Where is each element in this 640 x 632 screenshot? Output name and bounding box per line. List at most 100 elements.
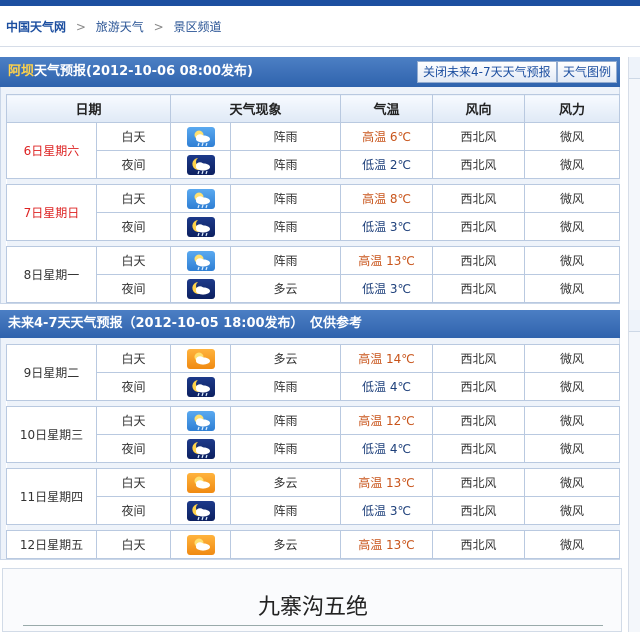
future-forecast-header: 未来4-7天天气预报（2012-10-05 18:00发布） 仅供参考	[0, 310, 620, 338]
table-row: 夜间 阵雨 低温 2℃ 西北风 微风	[7, 150, 621, 179]
divider	[0, 46, 640, 47]
temperature-cell: 高温 13℃	[340, 246, 434, 275]
weather-icon-cell	[170, 406, 231, 435]
date-cell: 10日星期三	[6, 406, 97, 463]
wind-direction-cell: 西北风	[432, 212, 526, 241]
date-cell: 7日星期日	[6, 184, 97, 241]
table-row: 9日星期二 白天 多云 高温 14℃ 西北风 微风	[6, 344, 620, 401]
date-cell: 12日星期五	[6, 530, 97, 559]
wind-force-cell: 微风	[524, 212, 621, 241]
phenomenon-cell: 多云	[230, 468, 341, 497]
weather-icon-cell	[170, 372, 231, 401]
cloudy-night-icon[interactable]	[186, 278, 215, 299]
phenomenon-cell: 阵雨	[230, 406, 341, 435]
shower-day-icon[interactable]	[186, 250, 215, 271]
future-forecast-title: 未来4-7天天气预报（2012-10-05 18:00发布） 仅供参考	[8, 316, 363, 331]
phenomenon-cell: 多云	[230, 530, 341, 559]
breadcrumb-scenic-channel[interactable]: 景区频道	[173, 20, 221, 34]
breadcrumb-separator: >	[153, 20, 164, 34]
table-row: 11日星期四 白天 多云 高温 13℃ 西北风 微风	[6, 468, 620, 525]
cloudy-day-icon[interactable]	[186, 472, 215, 493]
temperature-cell: 高温 14℃	[340, 344, 433, 373]
shower-day-icon[interactable]	[186, 410, 215, 431]
wind-force-cell: 微风	[524, 184, 621, 213]
period-cell: 白天	[95, 122, 172, 151]
period-cell: 白天	[96, 468, 171, 497]
table-row: 6日星期六 白天 阵雨 高温 6℃ 西北风 微风	[6, 122, 621, 179]
weather-icon-cell	[170, 530, 231, 559]
breadcrumb-separator: >	[75, 20, 86, 34]
wind-force-cell: 微风	[524, 246, 621, 275]
table-row: 7日星期日 白天 阵雨 高温 8℃ 西北风 微风	[6, 184, 621, 241]
wind-force-cell: 微风	[524, 496, 620, 525]
column-header-temp: 气温	[340, 94, 434, 123]
period-cell: 夜间	[95, 150, 172, 179]
date-cell: 8日星期一	[6, 246, 97, 303]
shower-night-icon[interactable]	[186, 438, 215, 459]
shower-day-icon[interactable]	[186, 126, 215, 147]
phenomenon-cell: 阵雨	[230, 246, 342, 275]
phenomenon-cell: 阵雨	[230, 212, 342, 241]
current-forecast-table: 日期 天气现象 气温 风向 风力 6日星期六 白天 阵雨 高温 6℃ 西北风 微风 夜间 阵雨…	[5, 94, 621, 303]
table-row: 夜间 阵雨 低温 4℃ 西北风 微风	[7, 434, 620, 463]
weather-icon-cell	[170, 434, 231, 463]
cloudy-day-icon[interactable]	[186, 348, 215, 369]
wind-direction-cell: 西北风	[432, 344, 525, 373]
right-sidebar-strip	[628, 57, 640, 632]
shower-night-icon[interactable]	[186, 500, 215, 521]
wind-direction-cell: 西北风	[432, 150, 526, 179]
divider	[23, 625, 603, 626]
date-cell: 6日星期六	[6, 122, 97, 179]
period-cell: 夜间	[96, 496, 171, 525]
weather-icon-cell	[170, 184, 232, 213]
date-cell: 9日星期二	[6, 344, 97, 401]
weather-icon-cell	[170, 122, 232, 151]
phenomenon-cell: 多云	[230, 274, 342, 303]
period-cell: 白天	[96, 530, 171, 559]
wind-direction-cell: 西北风	[432, 496, 525, 525]
wind-force-cell: 微风	[524, 434, 620, 463]
phenomenon-cell: 阵雨	[230, 372, 341, 401]
temperature-cell: 低温 4℃	[340, 434, 433, 463]
period-cell: 白天	[96, 344, 171, 373]
breadcrumb-travel-weather[interactable]: 旅游天气	[96, 20, 144, 34]
weather-icon-cell	[170, 344, 231, 373]
top-accent-bar	[0, 0, 640, 6]
period-cell: 夜间	[95, 274, 172, 303]
attraction-title: 九寨沟五绝	[257, 595, 368, 620]
cloudy-day-icon[interactable]	[186, 534, 215, 555]
period-cell: 白天	[96, 406, 171, 435]
site-logo-link[interactable]: 中国天气网	[6, 20, 66, 34]
temperature-cell: 低温 3℃	[340, 274, 434, 303]
weather-icon-cell	[170, 468, 231, 497]
wind-force-cell: 微风	[524, 150, 621, 179]
temperature-cell: 高温 13℃	[340, 530, 433, 559]
temperature-cell: 高温 13℃	[340, 468, 433, 497]
table-row: 夜间 阵雨 低温 3℃ 西北风 微风	[7, 496, 620, 525]
table-row: 夜间 多云 低温 3℃ 西北风 微风	[7, 274, 621, 303]
shower-night-icon[interactable]	[186, 154, 215, 175]
city-name: 阿坝	[8, 64, 35, 79]
weather-legend-button[interactable]: 天气图例	[557, 61, 618, 83]
date-cell: 11日星期四	[6, 468, 97, 525]
shower-night-icon[interactable]	[186, 376, 215, 397]
phenomenon-cell: 阵雨	[230, 496, 341, 525]
weather-icon-cell	[170, 212, 232, 241]
close-future-forecast-button[interactable]: 关闭未来4-7天天气预报	[417, 61, 557, 83]
weather-icon-cell	[170, 496, 231, 525]
column-header-wind-force: 风力	[524, 94, 621, 123]
phenomenon-cell: 阵雨	[230, 184, 342, 213]
temperature-cell: 高温 8℃	[340, 184, 434, 213]
period-cell: 夜间	[96, 372, 171, 401]
forecast-title: 阿坝天气预报(2012-10-06 08:00发布)	[8, 57, 253, 87]
table-row: 10日星期三 白天 阵雨 高温 12℃ 西北风 微风	[6, 406, 620, 463]
wind-direction-cell: 西北风	[432, 372, 525, 401]
phenomenon-cell: 阵雨	[230, 434, 341, 463]
wind-force-cell: 微风	[524, 372, 620, 401]
shower-day-icon[interactable]	[186, 188, 215, 209]
phenomenon-cell: 阵雨	[230, 122, 342, 151]
shower-night-icon[interactable]	[186, 216, 215, 237]
column-header-phenomenon: 天气现象	[170, 94, 342, 123]
breadcrumb: 中国天气网 > 旅游天气 > 景区频道	[6, 16, 221, 38]
temperature-cell: 高温 12℃	[340, 406, 433, 435]
